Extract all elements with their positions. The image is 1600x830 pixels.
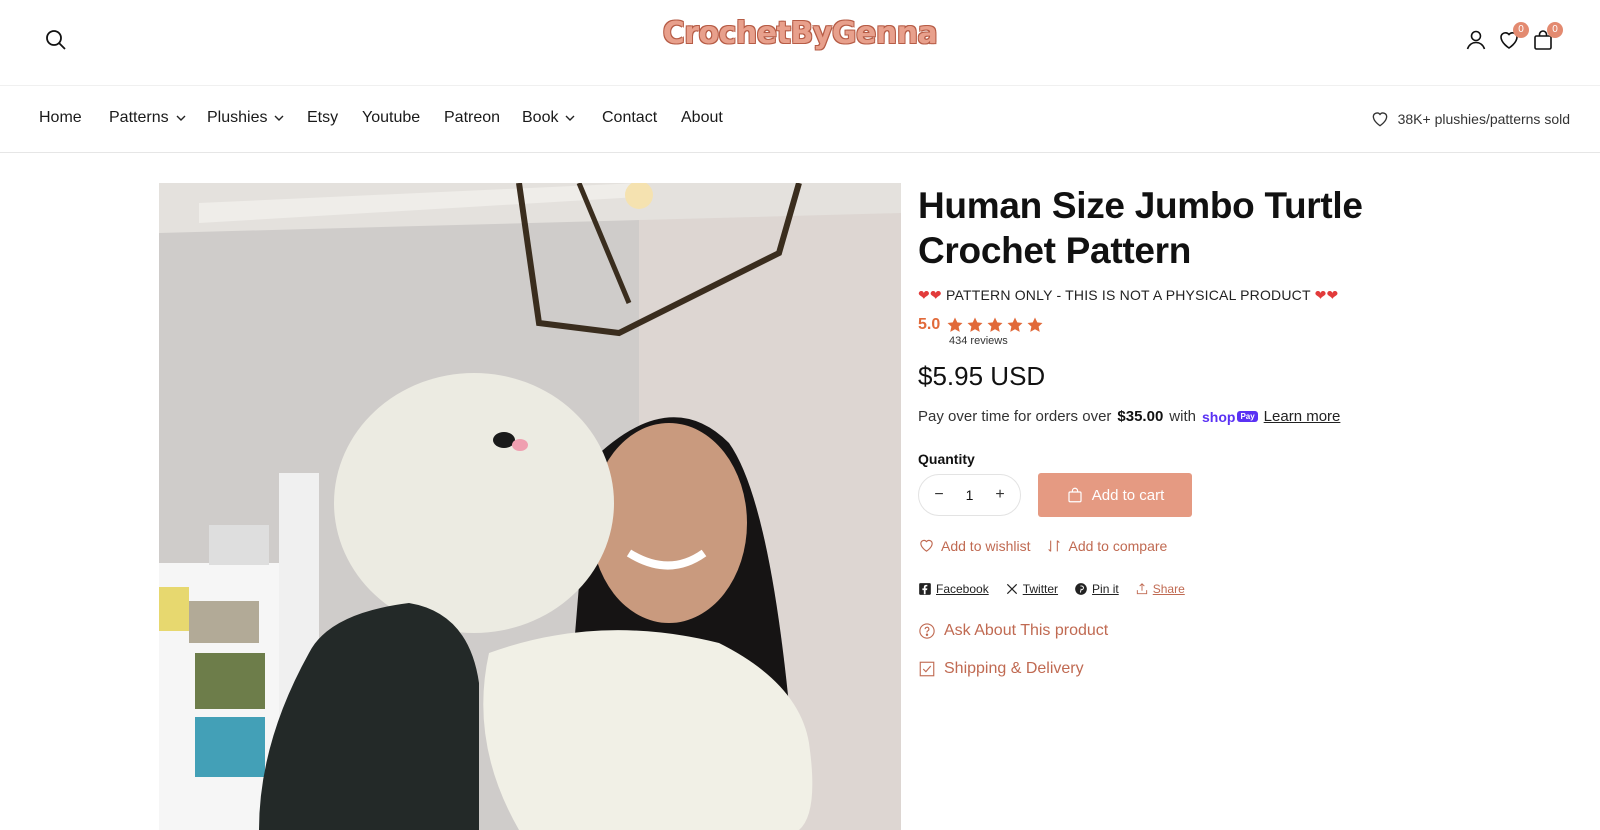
main-navigation: Home Patterns Plushies Etsy Youtube Patr…: [0, 87, 1600, 153]
product-info: Human Size Jumbo Turtle Crochet Pattern …: [918, 183, 1398, 678]
rating-value: 5.0: [918, 316, 941, 333]
wishlist-count-badge: 0: [1513, 22, 1529, 38]
nav-item-patreon[interactable]: Patreon: [444, 109, 500, 127]
quantity-stepper[interactable]: − 1 +: [918, 474, 1021, 516]
increase-quantity-button[interactable]: +: [992, 486, 1008, 503]
review-count[interactable]: 434 reviews: [949, 335, 1398, 347]
social-share: Facebook Twitter Pin it Share: [918, 582, 1398, 596]
pay-over-time: Pay over time for orders over $35.00 wit…: [918, 408, 1341, 425]
share-button[interactable]: Share: [1135, 582, 1185, 596]
chevron-down-icon: [176, 115, 186, 121]
star-icon: [987, 317, 1003, 332]
star-icon: [967, 317, 983, 332]
add-to-cart-button[interactable]: Add to cart: [1038, 473, 1192, 517]
nav-item-youtube[interactable]: Youtube: [362, 109, 420, 127]
facebook-icon: [919, 583, 931, 595]
product-price: $5.95 USD: [918, 361, 1046, 391]
nav-item-book[interactable]: Book: [522, 109, 576, 127]
quantity-input[interactable]: 1: [966, 487, 974, 503]
share-facebook[interactable]: Facebook: [918, 582, 989, 596]
shipping-delivery[interactable]: Shipping & Delivery: [918, 660, 1398, 678]
add-to-wishlist-button[interactable]: Add to wishlist: [918, 537, 1030, 554]
chevron-down-icon: [565, 115, 575, 121]
nav-item-plushies[interactable]: Plushies: [207, 109, 285, 127]
add-to-compare-button[interactable]: Add to compare: [1046, 537, 1167, 554]
bag-icon: [1068, 487, 1082, 503]
shop-pay-logo: shop Pay: [1202, 409, 1258, 425]
site-logo[interactable]: CrochetByGenna: [0, 16, 1600, 51]
star-rating: [946, 316, 1044, 334]
star-icon: [1027, 317, 1043, 332]
upload-share-icon: [1136, 583, 1147, 595]
share-twitter[interactable]: Twitter: [1005, 582, 1058, 596]
wishlist-icon[interactable]: 0: [1497, 22, 1529, 52]
sold-count-banner: 38K+ plushies/patterns sold: [1370, 109, 1570, 129]
chevron-down-icon: [274, 115, 284, 121]
product-image[interactable]: [159, 183, 901, 830]
nav-item-etsy[interactable]: Etsy: [307, 109, 338, 127]
product-photo-turtle-plush: [159, 183, 901, 830]
account-icon[interactable]: [1464, 28, 1488, 52]
pinterest-icon: [1075, 583, 1087, 595]
heart-icon: [920, 539, 933, 552]
decrease-quantity-button[interactable]: −: [931, 486, 947, 503]
secondary-actions: Add to wishlist Add to compare: [918, 537, 1398, 554]
share-pinterest[interactable]: Pin it: [1074, 582, 1119, 596]
nav-item-contact[interactable]: Contact: [602, 109, 657, 127]
cart-count-badge: 0: [1547, 22, 1563, 38]
learn-more-link[interactable]: Learn more: [1264, 408, 1341, 425]
product-title: Human Size Jumbo Turtle Crochet Pattern: [918, 185, 1363, 271]
question-circle-icon: [919, 623, 935, 639]
nav-item-home[interactable]: Home: [39, 109, 82, 127]
star-icon: [1007, 317, 1023, 332]
compare-arrows-icon: [1048, 539, 1061, 552]
pin-icon: ❤❤: [918, 287, 942, 303]
buy-row: − 1 + Add to cart: [918, 473, 1398, 517]
star-icon: [947, 317, 963, 332]
site-header: CrochetByGenna 0 0: [0, 0, 1600, 86]
cart-icon[interactable]: 0: [1531, 22, 1563, 52]
rating-summary[interactable]: 5.0: [918, 316, 1398, 334]
pin-icon: ❤❤: [1314, 287, 1339, 303]
heart-icon: [1372, 112, 1387, 127]
nav-item-patterns[interactable]: Patterns: [109, 109, 187, 127]
nav-item-about[interactable]: About: [681, 109, 723, 127]
quantity-label: Quantity: [918, 451, 975, 467]
ask-about-product[interactable]: Ask About This product: [918, 622, 1398, 640]
product-note: ❤❤ PATTERN ONLY - THIS IS NOT A PHYSICAL…: [918, 287, 1339, 303]
x-twitter-icon: [1006, 583, 1017, 595]
checkbox-icon: [919, 661, 935, 677]
